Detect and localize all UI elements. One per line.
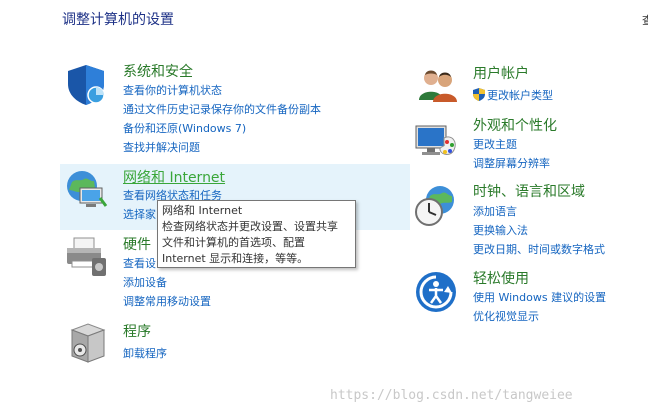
category-system-security: 系统和安全 查看你的计算机状态 通过文件历史记录保存你的文件备份副本 备份和还原… (60, 58, 410, 158)
monitor-palette-icon (415, 125, 456, 155)
programs-box-icon (70, 323, 106, 363)
link-add-device[interactable]: 添加设备 (123, 274, 167, 290)
tooltip-line: 文件和计算机的首选项、配置 (162, 236, 305, 249)
link-change-account-type-label: 更改帐户类型 (487, 89, 553, 102)
link-recommended-settings[interactable]: 使用 Windows 建议的设置 (473, 289, 606, 305)
category-title-hardware[interactable]: 硬件 (123, 234, 151, 254)
link-troubleshoot[interactable]: 查找并解决问题 (123, 139, 200, 155)
link-optimize-display[interactable]: 优化视觉显示 (473, 308, 539, 324)
category-title-programs[interactable]: 程序 (123, 321, 151, 341)
clock-globe-icon (415, 186, 454, 226)
link-change-account-type[interactable]: 更改帐户类型 (473, 87, 553, 103)
users-icon (419, 70, 457, 102)
category-title-ease[interactable]: 轻松使用 (473, 268, 529, 288)
tooltip-line: 检查网络状态并更改设置、设置共享 (162, 220, 338, 233)
category-title-clock[interactable]: 时钟、语言和区域 (473, 181, 585, 201)
link-change-input-method[interactable]: 更换输入法 (473, 222, 528, 238)
link-file-history[interactable]: 通过文件历史记录保存你的文件备份副本 (123, 101, 321, 117)
category-appearance: 外观和个性化 更改主题 调整屏幕分辨率 (412, 112, 648, 172)
category-title-system[interactable]: 系统和安全 (123, 61, 193, 81)
category-title-appearance[interactable]: 外观和个性化 (473, 115, 557, 135)
link-add-language[interactable]: 添加语言 (473, 203, 517, 219)
category-clock-language: 时钟、语言和区域 添加语言 更换输入法 更改日期、时间或数字格式 (412, 178, 648, 258)
category-programs: 程序 卸载程序 (60, 318, 410, 368)
shield-icon (68, 65, 105, 105)
view-by-label[interactable]: 查 (642, 12, 648, 28)
category-user-accounts: 用户帐户 更改帐户类型 (412, 60, 648, 110)
link-change-theme[interactable]: 更改主题 (473, 136, 517, 152)
ease-of-access-icon (416, 272, 456, 312)
link-uninstall-program[interactable]: 卸载程序 (123, 345, 167, 361)
uac-shield-icon (473, 88, 485, 101)
watermark: https://blog.csdn.net/tangweiee (330, 388, 573, 403)
tooltip-network: 网络和 Internet 检查网络状态并更改设置、设置共享 文件和计算机的首选项… (157, 200, 356, 268)
category-title-user[interactable]: 用户帐户 (473, 63, 529, 83)
link-mobility-settings[interactable]: 调整常用移动设置 (123, 293, 211, 309)
link-homegroup-options[interactable]: 选择家 (123, 206, 156, 222)
network-globe-icon (67, 171, 108, 207)
link-backup-restore[interactable]: 备份和还原(Windows 7) (123, 120, 246, 136)
printer-icon (67, 237, 106, 276)
link-view-computer-status[interactable]: 查看你的计算机状态 (123, 82, 222, 98)
category-title-network[interactable]: 网络和 Internet (123, 167, 225, 187)
link-view-devices[interactable]: 查看设 (123, 255, 156, 271)
category-ease-of-access: 轻松使用 使用 Windows 建议的设置 优化视觉显示 (412, 264, 648, 324)
tooltip-line: Internet 显示和连接，等等。 (162, 252, 309, 265)
tooltip-line: 网络和 Internet (162, 204, 243, 217)
page-heading: 调整计算机的设置 (62, 12, 174, 28)
link-screen-resolution[interactable]: 调整屏幕分辨率 (473, 155, 550, 171)
link-change-date-format[interactable]: 更改日期、时间或数字格式 (473, 241, 605, 257)
